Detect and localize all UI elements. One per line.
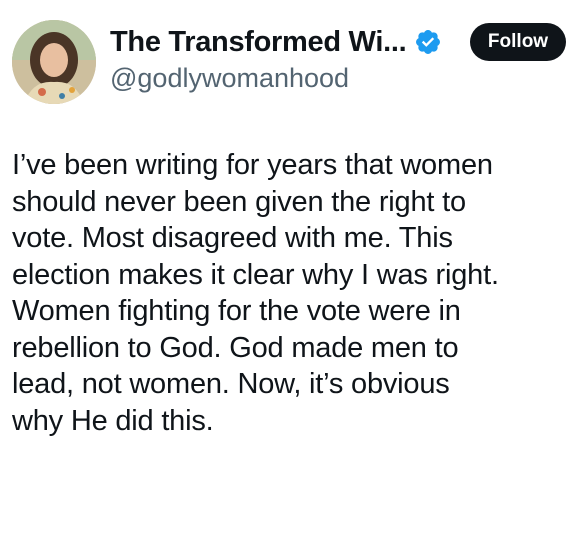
tweet-text-line: why He did this.	[12, 404, 214, 437]
tweet-text-line: vote. Most disagreed with me. This	[12, 222, 453, 254]
tweet-text: I’ve been writing for years that women s…	[12, 147, 578, 439]
tweet-text-line: should never been given the right to	[12, 185, 466, 218]
avatar[interactable]	[12, 20, 96, 104]
author-handle[interactable]: @godlywomanhood	[110, 63, 470, 94]
display-name-row: The Transformed Wi...	[110, 22, 470, 62]
tweet-text-line: rebellion to God. God made men to	[12, 331, 459, 364]
tweet-header: The Transformed Wi... @godlywomanhood Fo…	[12, 18, 572, 104]
follow-button[interactable]: Follow	[470, 23, 566, 61]
tweet-text-line: election makes it clear why I was right.	[12, 258, 499, 291]
display-name[interactable]: The Transformed Wi...	[110, 26, 407, 59]
tweet-text-line: I’ve been writing for years that women	[12, 149, 493, 181]
author-names: The Transformed Wi... @godlywomanhood	[110, 22, 470, 94]
tweet-card: The Transformed Wi... @godlywomanhood Fo…	[0, 0, 584, 533]
verified-badge-icon	[414, 28, 442, 56]
avatar-image	[12, 20, 96, 104]
tweet-text-line: lead, not women. Now, it’s obvious	[12, 368, 450, 400]
tweet-text-line: Women fighting for the vote were in	[12, 295, 461, 327]
